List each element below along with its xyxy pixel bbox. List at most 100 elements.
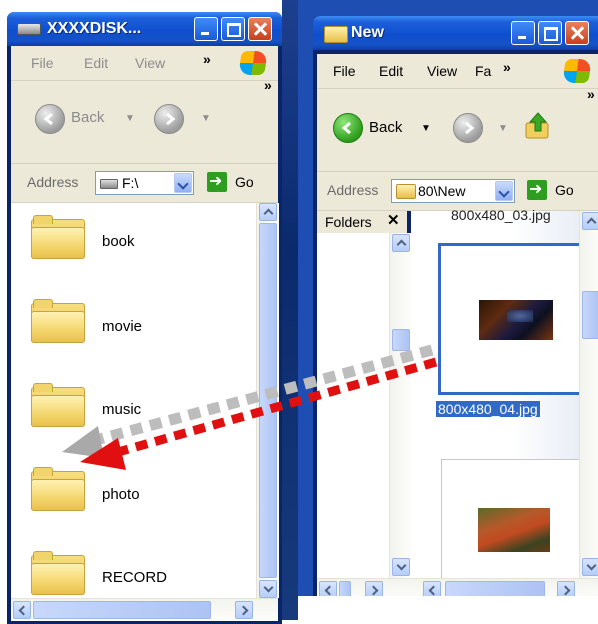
minimize-icon[interactable] [194, 17, 218, 41]
scroll-thumb-horizontal[interactable] [339, 581, 351, 596]
menu-file[interactable]: File [333, 63, 356, 79]
right-explorer-window[interactable]: New File Edit View Fa » » Back ▼ ▼ Addre… [313, 16, 598, 596]
scroll-thumb-horizontal[interactable] [445, 581, 545, 596]
address-field[interactable]: F:\ [95, 171, 194, 195]
scroll-right-button[interactable] [557, 581, 575, 596]
left-horizontal-scrollbar[interactable] [11, 598, 278, 621]
list-item[interactable]: photo [11, 455, 256, 535]
scroll-right-button[interactable] [235, 601, 253, 619]
folders-pane-header: Folders ✕ [317, 211, 407, 233]
menu-view[interactable]: View [135, 55, 165, 71]
maximize-icon[interactable] [221, 17, 245, 41]
file-caption[interactable]: 800x480_03.jpg [451, 207, 551, 223]
scroll-down-button[interactable] [392, 558, 410, 576]
forward-dropdown-icon[interactable]: ▼ [498, 123, 508, 134]
menu-view[interactable]: View [427, 63, 457, 79]
address-dropdown-icon[interactable] [174, 173, 192, 193]
left-titlebar[interactable]: XXXXDISK... [7, 12, 282, 46]
folder-label: book [102, 233, 135, 250]
scroll-up-button[interactable] [259, 203, 277, 221]
menu-overflow-chevron-icon[interactable]: » [503, 59, 511, 75]
folder-label: photo [102, 486, 140, 503]
right-menubar: File Edit View Fa » [317, 54, 598, 89]
scroll-right-button[interactable] [365, 581, 383, 596]
scroll-left-button[interactable] [423, 581, 441, 596]
photo-thumbnail-image [479, 300, 553, 340]
forward-dropdown-icon[interactable]: ▼ [201, 113, 211, 124]
back-dropdown-icon[interactable]: ▼ [125, 113, 135, 124]
left-window-title: XXXXDISK... [47, 20, 142, 37]
left-file-list: book movie music photo RECORD [11, 203, 256, 598]
scroll-up-button[interactable] [582, 212, 598, 230]
go-label[interactable]: Go [235, 174, 254, 190]
windows-logo-icon [562, 59, 592, 83]
minimize-icon[interactable] [511, 21, 535, 45]
left-addressbar: Address F:\ Go [11, 164, 278, 203]
scroll-thumb[interactable] [392, 329, 410, 351]
menu-file[interactable]: File [31, 55, 54, 71]
scroll-down-button[interactable] [259, 580, 277, 598]
scroll-thumb[interactable] [582, 291, 598, 339]
up-folder-icon[interactable] [523, 111, 553, 141]
right-toolbar: » Back ▼ ▼ [317, 86, 598, 172]
close-icon[interactable] [565, 21, 589, 45]
menu-favorites[interactable]: Fa [475, 63, 491, 79]
menu-edit[interactable]: Edit [379, 63, 403, 79]
forward-icon[interactable] [453, 113, 483, 143]
thumbnail-next[interactable] [441, 459, 586, 589]
thumbnails-vertical-scrollbar[interactable] [579, 211, 598, 578]
list-item[interactable]: music [11, 371, 256, 451]
right-window-title: New [351, 24, 384, 41]
scroll-left-button[interactable] [13, 601, 31, 619]
back-dropdown-icon[interactable]: ▼ [421, 123, 431, 134]
folder-icon [31, 551, 85, 595]
folder-icon [31, 299, 85, 343]
folder-label: RECORD [102, 569, 168, 586]
back-icon[interactable] [333, 113, 363, 143]
scroll-up-button[interactable] [392, 234, 410, 252]
back-button-label[interactable]: Back [71, 109, 104, 126]
scroll-down-button[interactable] [582, 558, 598, 576]
close-pane-icon[interactable]: ✕ [387, 211, 400, 229]
folders-pane-vertical-scrollbar[interactable] [389, 233, 412, 578]
drive-icon [17, 23, 41, 35]
thumbnails-horizontal-scrollbar[interactable] [411, 578, 598, 596]
address-dropdown-icon[interactable] [495, 181, 513, 201]
scroll-thumb[interactable] [259, 223, 277, 578]
address-value: 80\New [418, 183, 466, 199]
menu-overflow-chevron-icon[interactable]: » [203, 51, 211, 67]
list-item[interactable]: movie [11, 287, 256, 367]
thumbnails-pane: 800x480_03.jpg 800x480_04.jpg [411, 207, 586, 589]
folder-icon [324, 26, 348, 43]
windows-logo-icon [238, 51, 268, 75]
left-explorer-window[interactable]: XXXXDISK... File Edit View » » Back ▼ ▼ … [7, 12, 282, 624]
scroll-thumb-horizontal[interactable] [33, 601, 211, 619]
go-label[interactable]: Go [555, 182, 574, 198]
toolbar-overflow-chevron-icon[interactable]: » [264, 77, 272, 93]
desktop-background-strip [282, 0, 298, 620]
left-menubar: File Edit View » [11, 46, 278, 81]
folder-label: music [102, 401, 142, 418]
left-toolbar: » Back ▼ ▼ [11, 77, 278, 164]
address-field[interactable]: 80\New [391, 179, 515, 203]
toolbar-overflow-chevron-icon[interactable]: » [587, 86, 595, 102]
forward-icon[interactable] [154, 104, 184, 134]
folders-horizontal-scrollbar[interactable] [317, 578, 411, 596]
thumbnail-800x480-04[interactable] [438, 243, 586, 395]
go-icon[interactable] [527, 179, 547, 200]
address-label: Address [327, 182, 379, 198]
back-button-label[interactable]: Back [369, 119, 402, 136]
address-value: F:\ [122, 175, 139, 191]
maximize-icon[interactable] [538, 21, 562, 45]
left-vertical-scrollbar[interactable] [256, 203, 279, 598]
file-caption-selected[interactable]: 800x480_04.jpg [436, 401, 540, 417]
list-item[interactable]: book [11, 203, 256, 283]
go-icon[interactable] [207, 171, 227, 192]
close-icon[interactable] [248, 17, 272, 41]
folder-label: movie [102, 318, 143, 335]
menu-edit[interactable]: Edit [84, 55, 108, 71]
back-icon[interactable] [35, 104, 65, 134]
scroll-left-button[interactable] [319, 581, 337, 596]
right-titlebar[interactable]: New [313, 16, 598, 50]
folder-icon [31, 383, 85, 427]
